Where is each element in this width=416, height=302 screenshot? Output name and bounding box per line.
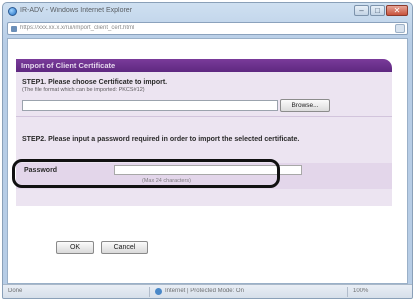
close-button[interactable]: ✕ [386,5,408,16]
globe-icon [155,288,162,295]
security-zone: Internet | Protected Mode: On [165,288,244,294]
step1-title: STEP1. Please choose Certificate to impo… [22,79,168,86]
status-bar: Done Internet | Protected Mode: On 100% [3,284,412,298]
section-header: Import of Client Certificate [16,59,392,72]
browse-button[interactable]: Browse... [280,99,330,112]
step2-title: STEP2. Please input a password required … [22,136,300,143]
certificate-file-input[interactable] [22,100,278,111]
page-icon [11,26,17,32]
password-highlight-outline [12,159,280,188]
browser-window: IR-ADV - Windows Internet Explorer – □ ✕… [2,2,413,299]
address-url[interactable]: https://xxx.xx.x.x/rui/import_client_cer… [20,25,134,31]
step1-note: (The file format which can be imported: … [22,87,145,93]
divider [16,116,392,117]
ok-button[interactable]: OK [56,241,94,254]
zoom-level[interactable]: 100% [353,288,368,294]
cancel-button[interactable]: Cancel [101,241,148,254]
section-title: Import of Client Certificate [21,61,116,70]
window-controls: – □ ✕ [354,5,408,16]
status-separator [347,287,348,297]
status-text: Done [8,288,23,294]
address-bar[interactable]: https://xxx.xx.x.x/rui/import_client_cer… [7,22,408,35]
title-bar: IR-ADV - Windows Internet Explorer – □ ✕ [3,3,412,21]
go-button[interactable] [395,24,405,33]
window-title: IR-ADV - Windows Internet Explorer [20,7,133,14]
status-separator [149,287,150,297]
internet-explorer-icon [8,7,17,16]
maximize-button[interactable]: □ [370,5,385,16]
minimize-button[interactable]: – [354,5,369,16]
